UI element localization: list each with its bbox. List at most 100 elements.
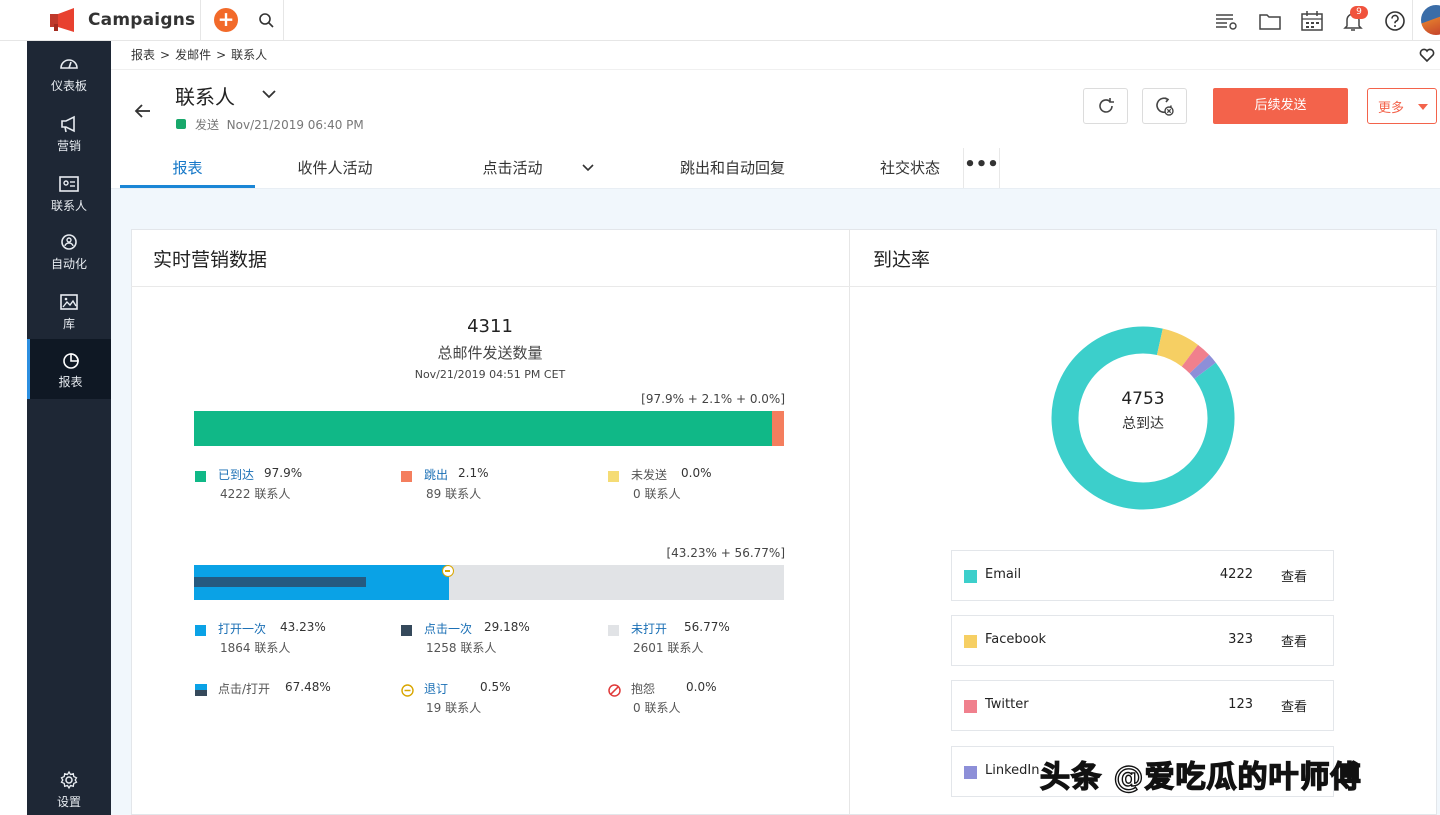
stop-refresh-button[interactable] (1142, 88, 1187, 124)
legend-swatch (195, 471, 206, 482)
legend-name: 点击一次 (424, 622, 473, 636)
watermark-text: 头条 @爱吃瓜的叶师傅 (1039, 759, 1362, 795)
sidebar-item-dashboard[interactable]: 仪表板 (27, 49, 111, 107)
legend-percent: 0.0% (681, 466, 712, 480)
view-link[interactable]: 查看 (1281, 631, 1307, 650)
clicked-segment (194, 577, 367, 587)
help-icon[interactable] (1382, 8, 1408, 34)
card-divider (849, 229, 850, 815)
reach-row-facebook: Facebook 323 查看 (951, 615, 1334, 666)
source-count: 123 (1228, 697, 1253, 712)
sidebar-item-label: 自动化 (50, 257, 87, 271)
heart-icon[interactable] (1417, 44, 1437, 64)
source-count: 4222 (1219, 567, 1253, 582)
sidebar-item-settings[interactable]: 设置 (27, 765, 111, 815)
legend-name: 打开一次 (218, 622, 267, 636)
topbar-divider (283, 0, 284, 41)
followup-send-button[interactable]: 后续发送 (1213, 88, 1348, 124)
sidebar-item-automation[interactable]: 自动化 (27, 227, 111, 285)
legend-swatch (608, 471, 619, 482)
source-name: LinkedIn (985, 763, 1040, 778)
send-status: 发送 Nov/21/2019 06:40 PM (195, 116, 364, 133)
calendar-icon[interactable] (1299, 8, 1325, 34)
sidebar-item-reports[interactable]: 报表 (27, 339, 111, 399)
topbar-divider (200, 0, 201, 41)
donut-slice-twitter (1181, 344, 1210, 374)
notification-badge: 9 (1350, 6, 1368, 19)
total-sent-label: 总邮件发送数量 (437, 344, 543, 362)
twitter-swatch (964, 700, 977, 713)
legend-percent: 29.18% (484, 620, 530, 634)
legend-count: 89 联系人 (426, 487, 482, 501)
page-title: 联系人 (175, 85, 235, 109)
breadcrumb-reports[interactable]: 报表 (131, 48, 155, 62)
image-library-icon (60, 294, 78, 310)
reach-total: 4753 (1121, 389, 1165, 409)
back-arrow-icon[interactable] (132, 100, 154, 122)
legend-percent: 0.0% (686, 680, 717, 694)
view-link[interactable]: 查看 (1281, 696, 1307, 715)
sidebar-item-contacts[interactable]: 联系人 (27, 169, 111, 227)
legend-count: 2601 联系人 (633, 641, 704, 655)
legend-name: 已到达 (218, 468, 255, 482)
realtime-title: 实时营销数据 (153, 249, 268, 271)
sidebar-item-label: 仪表板 (50, 79, 87, 93)
donut-slice-linkedin (1189, 354, 1216, 380)
tab-report[interactable]: 报表 (120, 148, 255, 188)
breadcrumb: 报表 > 发邮件 > 联系人 (131, 46, 267, 63)
automation-icon (61, 234, 77, 250)
campaigns-logo-icon (50, 8, 74, 32)
reach-row-email: Email 4222 查看 (951, 550, 1334, 601)
tab-more-button[interactable]: ••• (963, 148, 1000, 188)
source-count: 323 (1228, 632, 1253, 647)
legend-percent: 2.1% (458, 466, 489, 480)
status-label: 发送 (195, 118, 220, 132)
legend-percent: 97.9% (264, 466, 303, 480)
view-link[interactable]: 查看 (1281, 566, 1307, 585)
add-button[interactable]: + (214, 8, 238, 32)
facebook-swatch (964, 635, 977, 648)
legend-count: 0 联系人 (633, 701, 681, 715)
email-swatch (964, 570, 977, 583)
sidebar-item-label: 联系人 (50, 199, 87, 213)
sidebar: 仪表板 营销 联系人 自动化 库 报表 设置 (27, 41, 111, 815)
breadcrumb-email[interactable]: 发邮件 (175, 48, 211, 62)
refresh-button[interactable] (1083, 88, 1128, 124)
unsubscribe-marker-line (445, 570, 451, 572)
legend-name: 未发送 (631, 468, 668, 482)
legend-name: 退订 (424, 682, 449, 696)
delivery-bar-segment (771, 411, 784, 446)
delivery-bar-note: [97.9% + 2.1% + 0.0%] (641, 392, 785, 406)
open-bar-note: [43.23% + 56.77%] (666, 546, 785, 560)
search-icon[interactable] (254, 8, 280, 34)
folder-icon[interactable] (1257, 8, 1283, 34)
legend-name: 未打开 (631, 622, 668, 636)
unsubscribe-icon (401, 684, 414, 697)
open-bar (194, 565, 784, 600)
legend-percent: 67.48% (285, 680, 331, 694)
tab-social-status[interactable]: 社交状态 (865, 148, 955, 188)
legend-swatch (608, 625, 619, 636)
breadcrumb-separator: > (216, 48, 227, 62)
tab-recipient-activity[interactable]: 收件人活动 (275, 148, 395, 188)
legend-name: 抱怨 (631, 682, 656, 696)
legend-swatch (195, 625, 206, 636)
app-brand[interactable]: Campaigns (88, 10, 195, 30)
delivery-bar (194, 411, 784, 446)
send-date: Nov/21/2019 06:40 PM (226, 118, 364, 132)
sidebar-item-library[interactable]: 库 (27, 287, 111, 345)
tab-bounce-autoreply[interactable]: 跳出和自动回复 (660, 148, 805, 188)
unsubscribe-marker-icon (442, 565, 455, 577)
chevron-down-icon[interactable] (579, 160, 597, 176)
megaphone-icon (61, 115, 75, 133)
sidebar-item-label: 设置 (56, 795, 81, 809)
sidebar-item-label: 营销 (56, 139, 81, 153)
more-dropdown-button[interactable]: 更多 (1367, 88, 1437, 124)
filter-list-icon[interactable] (1213, 8, 1239, 34)
chevron-down-icon[interactable] (259, 86, 279, 104)
tab-click-activity[interactable]: 点击活动 (460, 148, 565, 188)
sidebar-item-marketing[interactable]: 营销 (27, 109, 111, 167)
caret-down-icon (1418, 104, 1428, 110)
avatar[interactable] (1421, 5, 1440, 35)
total-sent-count: 4311 (467, 316, 513, 337)
